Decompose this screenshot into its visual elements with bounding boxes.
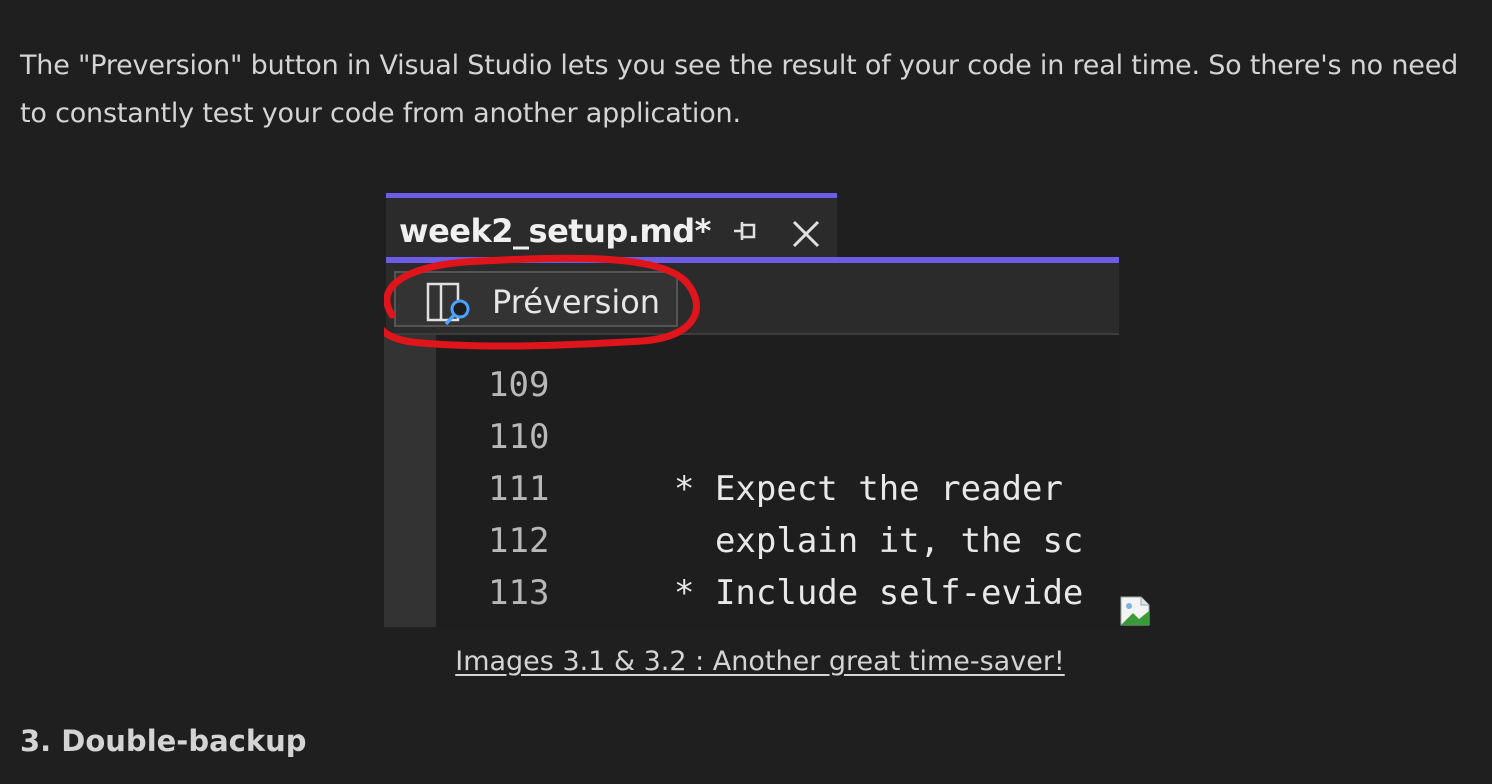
pin-icon[interactable] bbox=[732, 220, 760, 242]
close-icon[interactable] bbox=[790, 218, 822, 250]
code-line: 113 configuration page bbox=[436, 515, 1083, 627]
code-line: 111 explain it, the sc bbox=[436, 411, 1083, 561]
code-line: 112 * Include self-evide bbox=[436, 463, 1083, 613]
broken-image-icon bbox=[1120, 596, 1150, 626]
line-number: 114 bbox=[488, 619, 549, 627]
preview-button[interactable]: Préversion bbox=[394, 271, 678, 327]
code-editor[interactable]: 109 110 * Expect the reader 111 explain … bbox=[436, 335, 1119, 627]
caption-text[interactable]: Images 3.1 & 3.2 : Another great time-sa… bbox=[455, 646, 1065, 677]
figure-caption[interactable]: Images 3.1 & 3.2 : Another great time-sa… bbox=[0, 646, 1492, 677]
line-text: explain it, the sc bbox=[674, 521, 1084, 561]
code-line: 110 * Expect the reader bbox=[436, 359, 1063, 509]
figure: week2_setup.md* Préversion 109 110 * Exp… bbox=[384, 193, 1152, 627]
editor-toolbar: Préversion bbox=[386, 263, 1119, 335]
preview-icon bbox=[426, 282, 470, 326]
preview-button-label: Préversion bbox=[492, 283, 661, 321]
editor-screenshot-image: week2_setup.md* Préversion 109 110 * Exp… bbox=[384, 193, 1119, 627]
editor-gutter bbox=[384, 335, 436, 627]
section-heading: 3. Double-backup bbox=[20, 724, 307, 758]
line-text: configuration page bbox=[674, 619, 1083, 627]
line-text: * Include self-evide bbox=[674, 573, 1084, 613]
tab-title: week2_setup.md* bbox=[399, 212, 711, 250]
editor-tab[interactable]: week2_setup.md* bbox=[386, 198, 837, 258]
line-text: * Expect the reader bbox=[674, 469, 1063, 509]
intro-paragraph: The "Preversion" button in Visual Studio… bbox=[20, 50, 1459, 129]
code-line: 114 bbox=[436, 567, 549, 627]
code-line: 109 bbox=[436, 335, 549, 405]
